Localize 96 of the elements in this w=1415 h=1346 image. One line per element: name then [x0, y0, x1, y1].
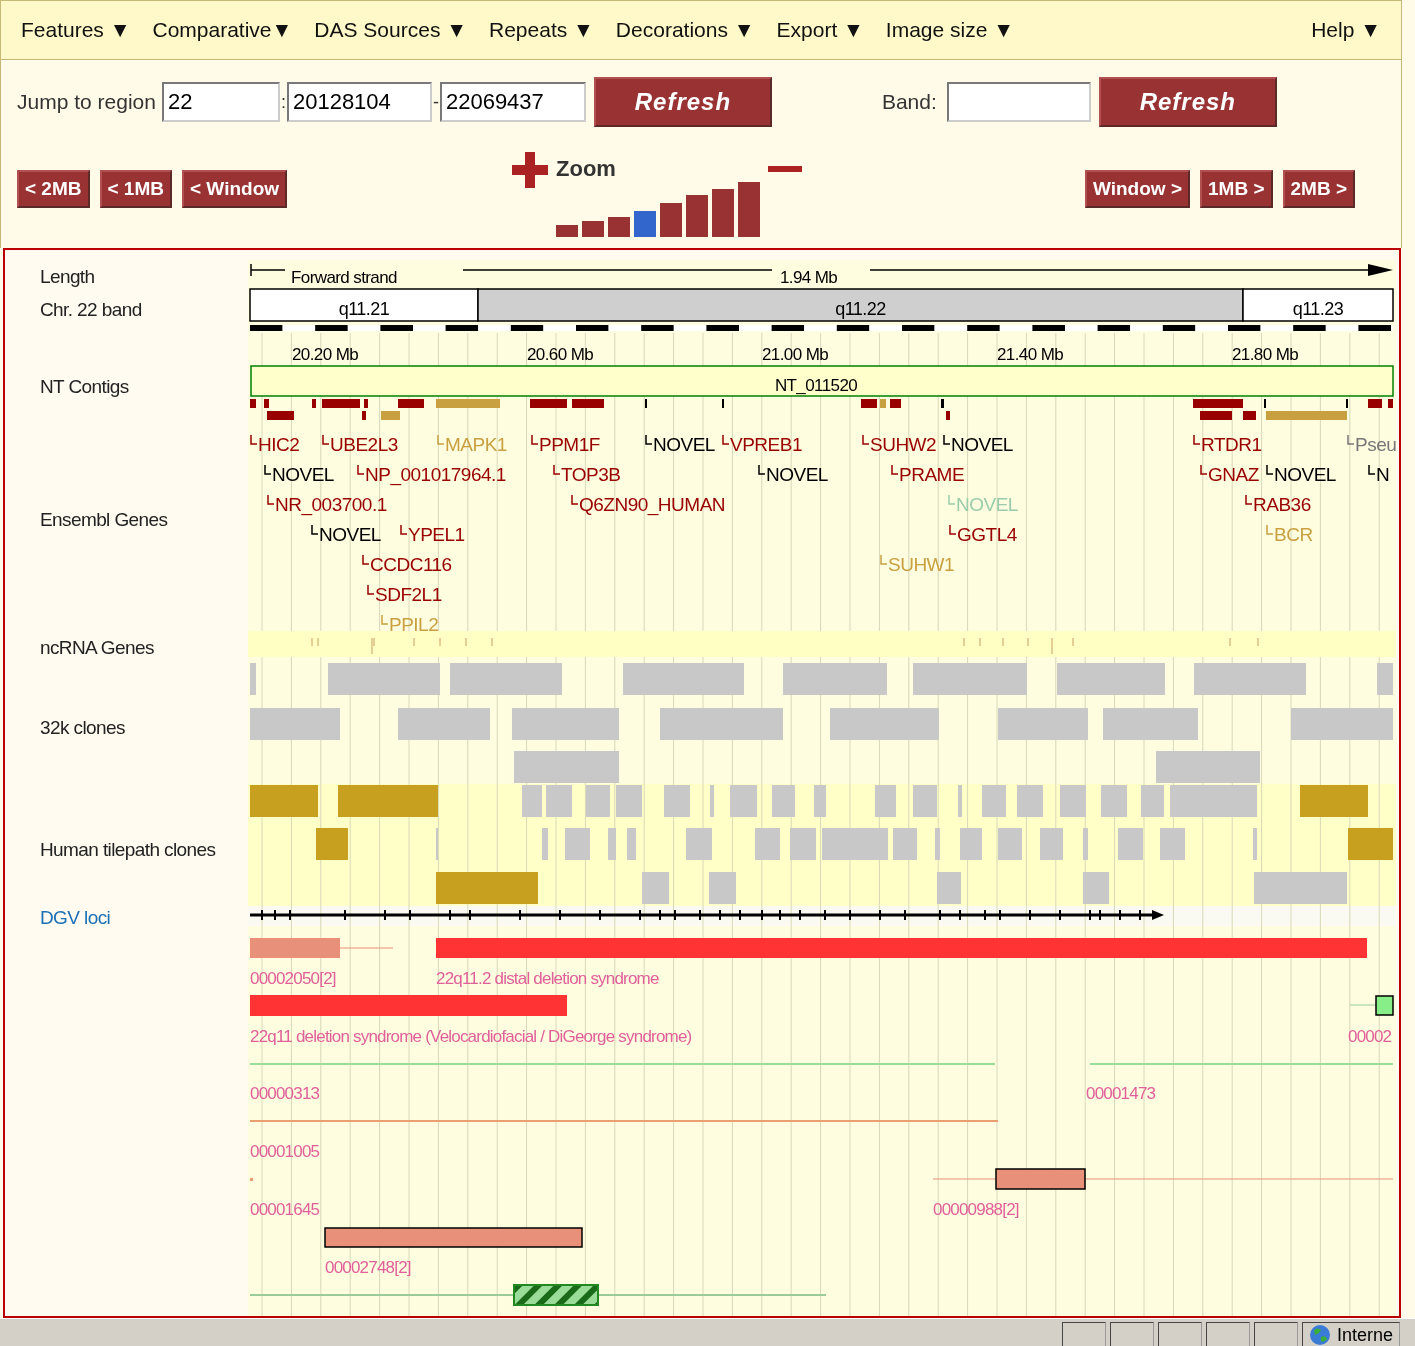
gene-label[interactable]: NOVEL [758, 464, 828, 485]
track-label: Human tilepath clones [40, 839, 216, 860]
track-label: Ensembl Genes [40, 509, 168, 530]
zoom-level[interactable] [686, 195, 709, 237]
gene-label[interactable]: Pseu [1347, 434, 1397, 455]
menu-item[interactable]: Export ▼ [776, 18, 864, 42]
status-pane [1254, 1322, 1298, 1346]
status-pane [1158, 1322, 1202, 1346]
position-label: 21.40 Mb [997, 345, 1064, 364]
gene-label[interactable]: SUHW2 [862, 434, 937, 455]
gene-label[interactable]: NOVEL [943, 434, 1013, 455]
gene-label[interactable]: NOVEL [264, 464, 334, 485]
zoom-level[interactable] [582, 221, 605, 237]
status-pane [1206, 1322, 1250, 1346]
band-label: q11.22 [835, 299, 886, 319]
gene-label[interactable]: N [1368, 464, 1390, 485]
start-field[interactable]: 20128104 [286, 82, 432, 122]
gene-label[interactable]: PRAME [891, 464, 965, 485]
gene-label[interactable]: YPEL1 [400, 524, 465, 545]
nav-button[interactable]: 1MB > [1200, 170, 1273, 208]
zoom-level[interactable] [738, 182, 761, 237]
gene-label[interactable]: NOVEL [1266, 464, 1336, 485]
gene-label[interactable]: CCDC116 [362, 554, 452, 575]
track-label: 32k clones [40, 717, 125, 738]
gene-label[interactable]: GGTL4 [949, 524, 1017, 545]
gene-label[interactable]: VPREB1 [722, 434, 802, 455]
globe-icon [1309, 1324, 1331, 1346]
band-field[interactable] [946, 82, 1091, 122]
chromosome-band[interactable] [477, 288, 1244, 322]
zone-label: Interne [1337, 1324, 1394, 1346]
menu-item[interactable]: Help ▼ [1311, 18, 1381, 42]
menu-item[interactable]: DAS Sources ▼ [314, 18, 467, 42]
refresh-button[interactable]: Refresh [1098, 77, 1277, 127]
gene-label[interactable]: Q6ZN90_HUMAN [571, 494, 726, 515]
chromosome-band[interactable] [249, 288, 479, 322]
nav-button[interactable]: Window > [1084, 170, 1190, 208]
region-label: Jump to region [17, 90, 156, 114]
menu-item[interactable]: Decorations ▼ [615, 18, 755, 42]
status-pane [1062, 1322, 1106, 1346]
gene-blocks[interactable] [250, 399, 1393, 420]
gene-label[interactable]: UBE2L3 [322, 434, 398, 455]
nav-button[interactable]: 2MB > [1282, 170, 1355, 208]
position-label: 21.80 Mb [1232, 345, 1299, 364]
menu-item[interactable]: Comparative▼ [152, 18, 293, 42]
separator: - [431, 91, 440, 113]
gene-label[interactable]: PPM1F [531, 434, 600, 455]
zoom-level[interactable] [712, 189, 735, 237]
band-label: q11.21 [338, 299, 390, 319]
gene-label[interactable]: HIC2 [250, 434, 300, 455]
menu-item[interactable]: Features ▼ [21, 18, 131, 42]
chromosome-band[interactable] [1242, 288, 1394, 322]
gene-label[interactable]: GNAZ [1200, 464, 1259, 485]
zoom-level[interactable] [608, 217, 631, 237]
position-label: 20.20 Mb [292, 345, 359, 364]
zoom-level[interactable] [634, 211, 657, 237]
separator: : [279, 91, 287, 113]
zoom-in-icon[interactable] [512, 152, 549, 188]
gene-label[interactable]: NOVEL [311, 524, 381, 545]
zoom-level[interactable] [660, 203, 683, 237]
track-label: Length [40, 266, 95, 287]
contig-label: NT_011520 [774, 376, 858, 395]
dgv-feature[interactable] [1349, 995, 1394, 1016]
track-label: Chr. 22 band [40, 299, 142, 320]
gene-label[interactable]: TOP3B [553, 464, 621, 485]
gene-label[interactable]: SDF2L1 [367, 584, 442, 605]
zoom-level[interactable] [556, 225, 579, 237]
band-label: Band: [881, 90, 937, 114]
track-link[interactable]: DGV loci [40, 907, 111, 928]
gene-label[interactable]: RAB36 [1245, 494, 1311, 515]
zoom-out-icon[interactable] [768, 166, 803, 172]
status-pane [1110, 1322, 1154, 1346]
position-label: 21.00 Mb [762, 345, 829, 364]
menu-item[interactable]: Image size ▼ [885, 18, 1015, 42]
nav-button[interactable]: < Window [182, 170, 288, 208]
zoom-label: Zoom [556, 156, 616, 182]
ncrna-track[interactable] [248, 631, 1396, 657]
end-field[interactable]: 22069437 [439, 82, 586, 122]
gene-label[interactable]: NP_001017964.1 [357, 464, 506, 485]
dgv-feature[interactable] [324, 1227, 583, 1248]
nav-button[interactable]: < 1MB [99, 170, 172, 208]
chromosome-field[interactable]: 22 [161, 82, 280, 122]
nav-button[interactable]: < 2MB [17, 170, 90, 208]
dgv-feature[interactable] [250, 1284, 826, 1306]
gene-label[interactable]: NR_003700.1 [267, 494, 387, 515]
tilepath-blocks[interactable] [250, 785, 1393, 904]
track-label: NT Contigs [40, 376, 129, 397]
gene-label[interactable]: RTDR1 [1193, 434, 1262, 455]
strand-label: Forward strand [291, 268, 397, 287]
position-label: 20.60 Mb [527, 345, 594, 364]
menu-item[interactable]: Repeats ▼ [489, 18, 594, 42]
length-label: 1.94 Mb [780, 268, 838, 287]
band-label: q11.23 [1292, 299, 1344, 319]
dgv-feature[interactable] [932, 1168, 1394, 1190]
refresh-button[interactable]: Refresh [593, 77, 772, 127]
gene-label[interactable]: NOVEL [645, 434, 715, 455]
track-label: ncRNA Genes [40, 637, 154, 658]
